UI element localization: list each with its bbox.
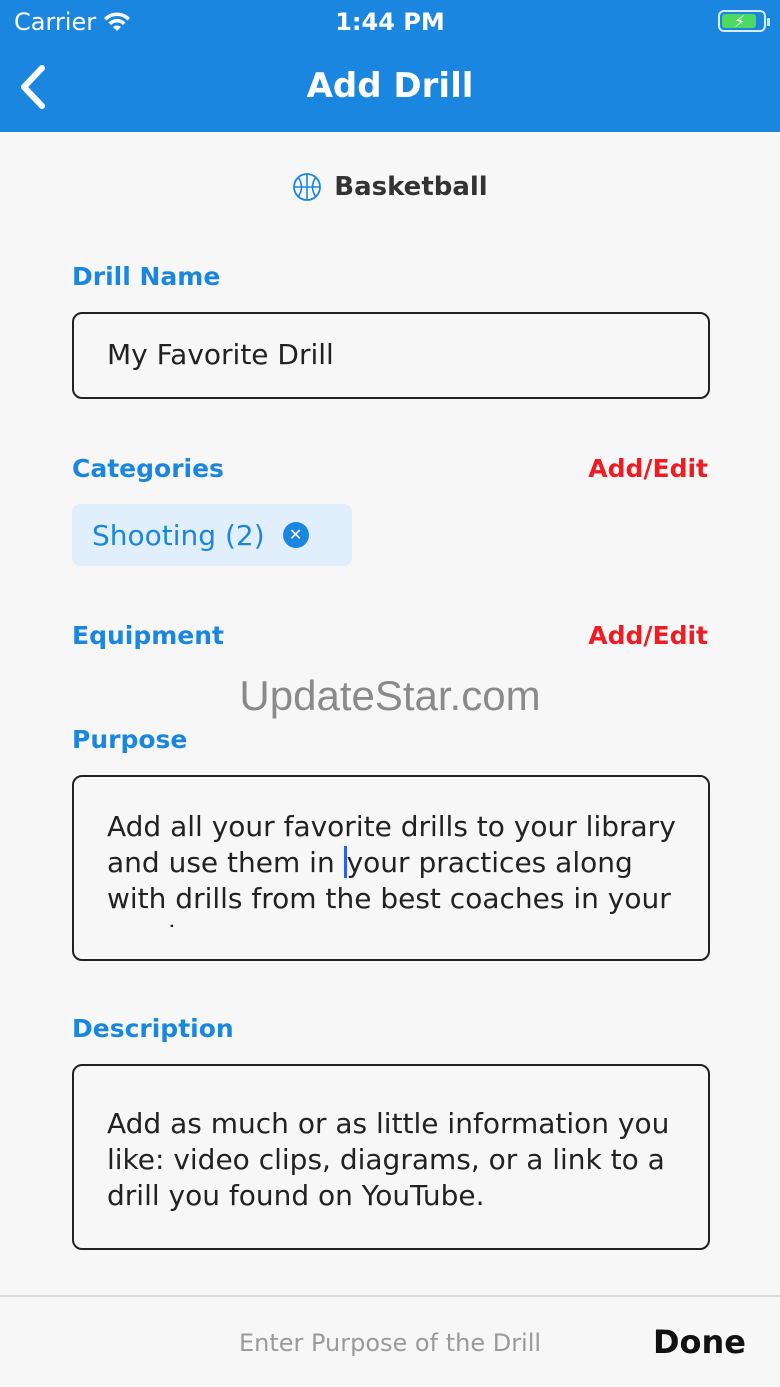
equipment-label: Equipment [72, 621, 224, 650]
category-chip-label: Shooting (2) [92, 518, 265, 552]
sport-header: Basketball [0, 172, 780, 202]
category-chip[interactable]: Shooting (2) ✕ [72, 504, 352, 566]
done-button[interactable]: Done [653, 1323, 746, 1361]
description-label: Description [72, 1014, 234, 1043]
battery-icon: ⚡ [718, 10, 770, 32]
status-bar: Carrier 1:44 PM ⚡ [0, 0, 780, 44]
equipment-add-edit-button[interactable]: Add/Edit [588, 621, 708, 650]
charging-bolt-icon: ⚡ [734, 12, 746, 31]
keyboard-toolbar: Enter Purpose of the Drill Done [0, 1295, 780, 1387]
categories-label: Categories [72, 454, 224, 483]
drill-name-label: Drill Name [72, 262, 221, 291]
drill-name-input[interactable]: My Favorite Drill [72, 312, 710, 399]
description-text: Add as much or as little information you… [107, 1107, 670, 1212]
page-title: Add Drill [306, 66, 474, 106]
sport-name: Basketball [334, 172, 488, 202]
purpose-text: Add all your favorite drills to your lib… [107, 809, 678, 927]
nav-header: Carrier 1:44 PM ⚡ Add Drill [0, 0, 780, 132]
basketball-icon [293, 173, 322, 201]
purpose-label: Purpose [72, 725, 188, 754]
purpose-textarea[interactable]: Add all your favorite drills to your lib… [72, 775, 710, 961]
drill-name-value: My Favorite Drill [107, 338, 334, 371]
watermark: UpdateStar.com [239, 672, 541, 719]
remove-chip-icon[interactable]: ✕ [282, 522, 309, 548]
categories-add-edit-button[interactable]: Add/Edit [588, 454, 708, 483]
description-textarea[interactable]: Add as much or as little information you… [72, 1064, 710, 1250]
status-time: 1:44 PM [335, 8, 445, 36]
